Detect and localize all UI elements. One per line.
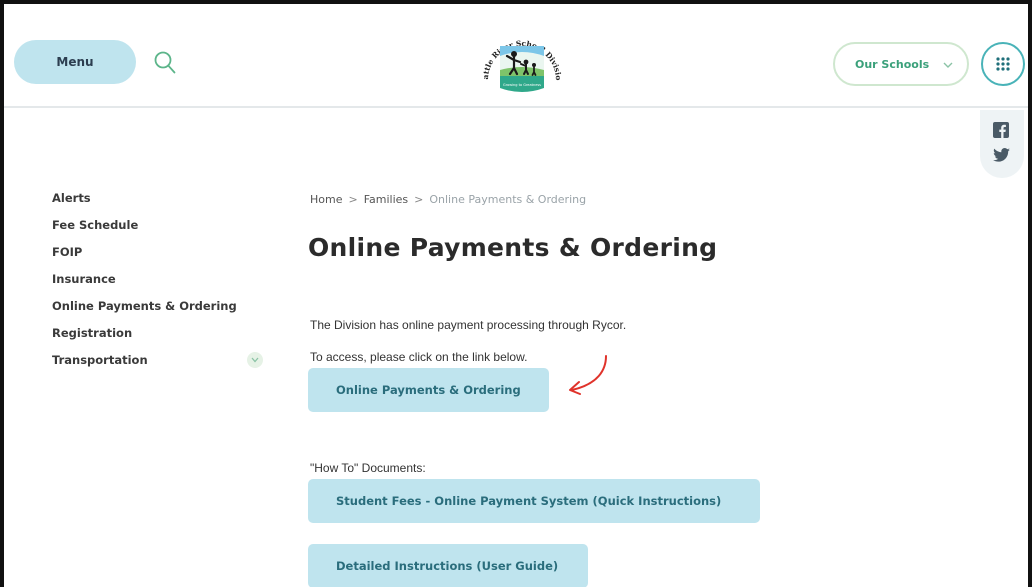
sidebar-item-transportation[interactable]: Transportation xyxy=(52,352,263,380)
breadcrumb-separator: > xyxy=(348,193,358,206)
breadcrumb-home[interactable]: Home xyxy=(310,193,342,206)
user-guide-button[interactable]: Detailed Instructions (User Guide) xyxy=(308,544,588,587)
breadcrumb-separator: > xyxy=(414,193,424,206)
division-logo[interactable]: Battle River School Division Growing to … xyxy=(476,18,568,102)
red-arrow-annotation xyxy=(569,355,607,395)
logo-banner-text: Growing to Greatness xyxy=(503,83,541,87)
search-icon[interactable] xyxy=(154,51,176,75)
our-schools-label: Our Schools xyxy=(855,58,930,71)
sidebar-item-registration[interactable]: Registration xyxy=(52,326,262,353)
breadcrumb: Home > Families > Online Payments & Ordering xyxy=(310,193,586,206)
facebook-icon[interactable] xyxy=(993,122,1009,138)
sidebar-item-online-payments[interactable]: Online Payments & Ordering xyxy=(52,299,262,326)
chevron-down-icon xyxy=(943,62,953,68)
grid-icon xyxy=(996,57,1010,71)
quick-instructions-button[interactable]: Student Fees - Online Payment System (Qu… xyxy=(308,479,760,523)
access-instructions: To access, please click on the link belo… xyxy=(310,350,528,364)
twitter-icon[interactable] xyxy=(993,148,1010,162)
breadcrumb-current: Online Payments & Ordering xyxy=(429,193,587,206)
sidebar-item-alerts[interactable]: Alerts xyxy=(52,191,262,218)
menu-button[interactable]: Menu xyxy=(14,40,136,84)
chevron-down-icon xyxy=(251,357,259,363)
sidebar-item-insurance[interactable]: Insurance xyxy=(52,272,262,299)
apps-grid-button[interactable] xyxy=(981,42,1025,86)
sidebar-item-fee-schedule[interactable]: Fee Schedule xyxy=(52,218,262,245)
intro-text: The Division has online payment processi… xyxy=(310,318,627,332)
sidebar-item-label: Transportation xyxy=(52,353,148,367)
how-to-label: "How To" Documents: xyxy=(310,461,426,475)
sidebar-item-foip[interactable]: FOIP xyxy=(52,245,262,272)
site-header: Menu Battle River School Division Growin… xyxy=(4,4,1028,108)
our-schools-dropdown[interactable]: Our Schools xyxy=(833,42,969,86)
sidebar-nav: Alerts Fee Schedule FOIP Insurance Onlin… xyxy=(52,191,263,380)
breadcrumb-families[interactable]: Families xyxy=(364,193,408,206)
social-links xyxy=(980,110,1024,178)
online-payments-button[interactable]: Online Payments & Ordering xyxy=(308,368,549,412)
expand-toggle[interactable] xyxy=(247,352,263,368)
page-title: Online Payments & Ordering xyxy=(308,233,718,262)
